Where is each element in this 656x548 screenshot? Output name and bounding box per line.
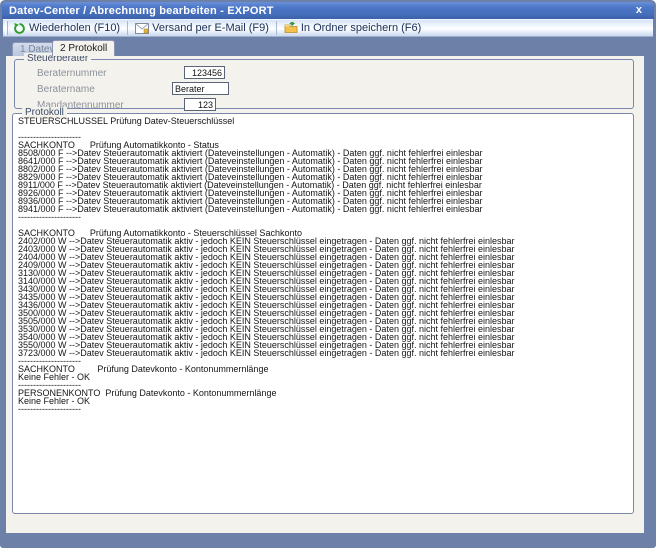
- in-ordner-speichern-button[interactable]: In Ordner speichern (F6): [279, 20, 426, 36]
- beratername-label: Beratername: [37, 84, 95, 95]
- in-ordner-speichern-label: In Ordner speichern (F6): [301, 22, 421, 34]
- toolbar-separator: [276, 21, 277, 35]
- wiederholen-label: Wiederholen (F10): [29, 22, 120, 34]
- toolbar-separator: [127, 21, 128, 35]
- versand-email-label: Versand per E-Mail (F9): [152, 22, 269, 34]
- tab-protokoll[interactable]: 2 Protokoll: [52, 40, 115, 56]
- mandantennummer-field[interactable]: [184, 98, 216, 111]
- folder-save-icon: [284, 22, 298, 34]
- beraternummer-field[interactable]: [184, 66, 225, 79]
- toolbar: Wiederholen (F10) Versand per E-Mail (F9…: [3, 19, 653, 37]
- steuerberater-groupbox: Steuerberater Beraternummer Beratername …: [14, 59, 634, 109]
- protokoll-log-text: STEUERSCHLÜSSEL Prüfung Datev-Steuerschl…: [18, 117, 628, 509]
- beratername-field[interactable]: [172, 82, 229, 95]
- email-icon: [135, 23, 149, 34]
- datev-export-window: Datev-Center / Abrechnung bearbeiten - E…: [0, 0, 656, 548]
- protokoll-groupbox: Protokoll STEUERSCHLÜSSEL Prüfung Datev-…: [12, 113, 634, 514]
- window-title: Datev-Center / Abrechnung bearbeiten - E…: [9, 5, 274, 17]
- versand-email-button[interactable]: Versand per E-Mail (F9): [130, 20, 274, 36]
- title-bar[interactable]: Datev-Center / Abrechnung bearbeiten - E…: [2, 2, 654, 19]
- beraternummer-label: Beraternummer: [37, 68, 106, 79]
- refresh-icon: [13, 22, 26, 35]
- close-icon[interactable]: x: [633, 3, 645, 18]
- wiederholen-button[interactable]: Wiederholen (F10): [8, 20, 125, 36]
- protokoll-tab-page: Steuerberater Beraternummer Beratername …: [6, 56, 644, 533]
